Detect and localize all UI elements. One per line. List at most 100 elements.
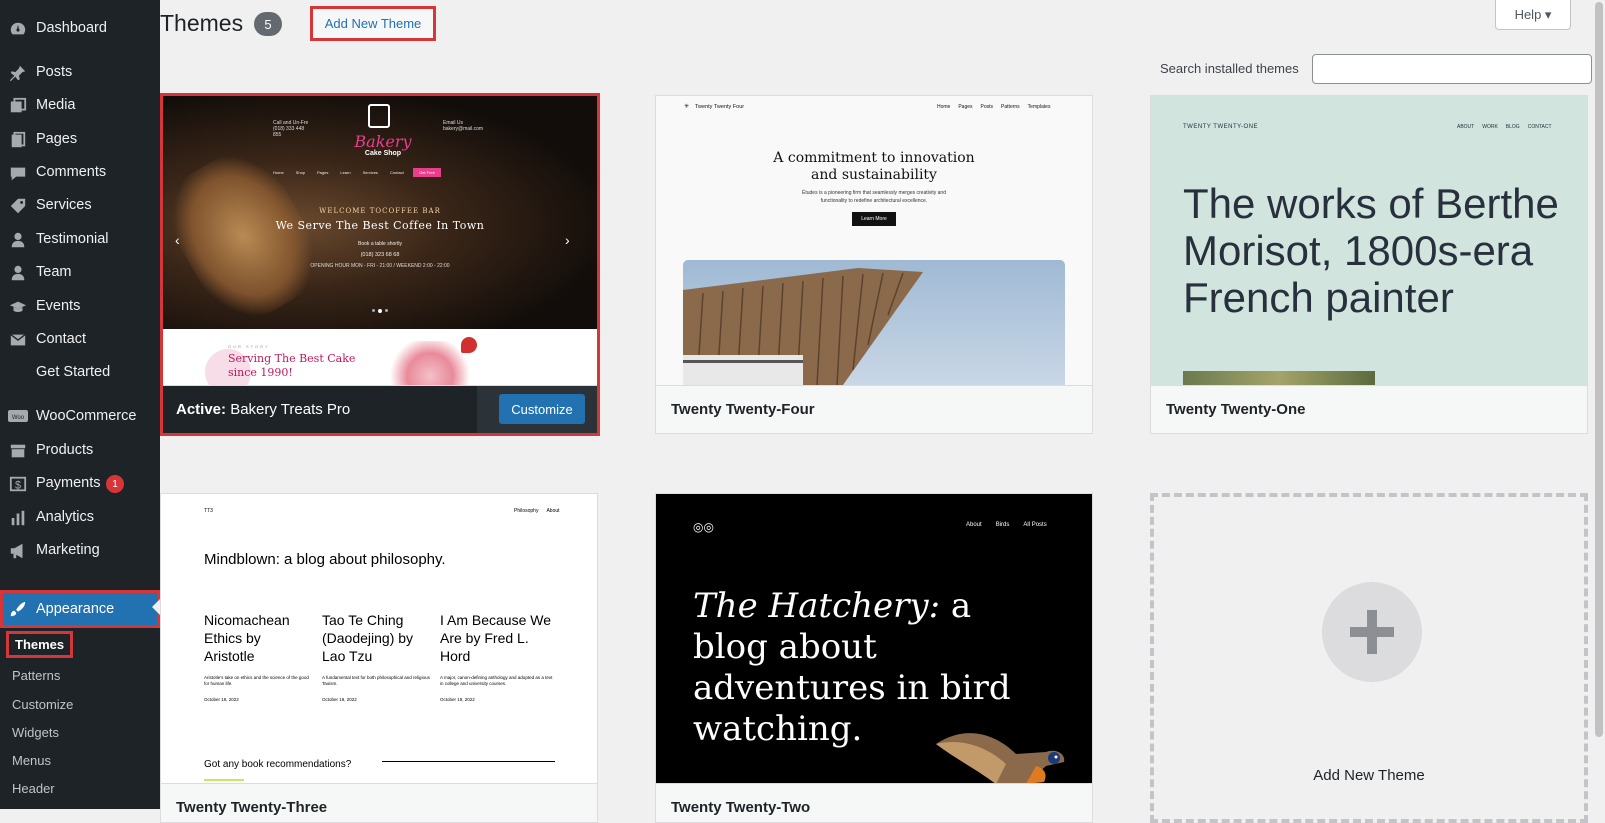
submenu-menus[interactable]: Menus — [12, 753, 51, 768]
nav-posts[interactable]: Posts — [0, 55, 160, 89]
hero-hours: OPENING HOUR MON - FRI - 21:00 / WEEKEND… — [310, 263, 450, 269]
nav-label: Media — [36, 97, 76, 113]
add-new-theme-button[interactable]: Add New Theme — [310, 6, 436, 41]
nav-analytics[interactable]: Analytics — [0, 500, 160, 534]
search-input[interactable] — [1312, 54, 1592, 84]
hero-eyebrow: WELCOME TOCOFFEE BAR — [319, 207, 441, 215]
tt2-nav: About Birds All Posts — [966, 522, 1047, 528]
nav-dashboard[interactable]: Dashboard — [0, 11, 160, 45]
submenu-header[interactable]: Header — [12, 781, 55, 796]
nav-media[interactable]: Media — [0, 88, 160, 122]
bakery-menu-item: Home — [273, 170, 284, 175]
theme-screenshot[interactable]: TWENTY TWENTY-ONE ABOUT WORK BLOG CONTAC… — [1151, 96, 1587, 385]
scrollbar-thumb[interactable] — [1595, 2, 1603, 737]
theme-card-twenty-twenty-two[interactable]: ◎◎ About Birds All Posts The Hatchery: a… — [655, 493, 1093, 823]
main-content: Themes 5 Add New Theme Help ▾ Search ins… — [160, 0, 1605, 823]
nav-get-started[interactable]: Get Started — [0, 355, 160, 389]
mail-icon — [8, 330, 28, 350]
tt3-post-title: Nicomachean Ethics by Aristotle — [204, 612, 290, 664]
theme-name: Twenty Twenty-Two — [656, 783, 1092, 822]
tt3-post: Nicomachean Ethics by Aristotle Aristotl… — [204, 611, 312, 702]
hero-headline: We Serve The Best Coffee In Town — [275, 219, 485, 232]
nav-label: Contact — [36, 331, 86, 347]
theme-name: Twenty Twenty-One — [1151, 385, 1587, 433]
submenu-themes[interactable]: Themes — [6, 631, 74, 658]
tt4-building-image — [683, 260, 1065, 385]
nav-comments[interactable]: Comments — [0, 155, 160, 189]
tt4-logo-icon: ✳ — [684, 104, 690, 110]
story-title: Serving The Best Cake since 1990! — [228, 352, 356, 379]
page-scrollbar[interactable] — [1593, 0, 1605, 809]
tt3-accent-bar — [204, 779, 244, 781]
svg-text:Woo: Woo — [12, 415, 25, 421]
tag-icon — [8, 196, 28, 216]
slider-dots — [368, 309, 392, 313]
theme-card-twenty-twenty-four[interactable]: ✳ Twenty Twenty Four Home Pages Posts Pa… — [655, 95, 1093, 434]
tt3-nav-item: Philosophy — [514, 508, 539, 514]
tt4-nav-item: Posts — [980, 104, 994, 110]
tt3-headline: Mindblown: a blog about philosophy. — [204, 551, 446, 568]
nav-payments[interactable]: $ Payments 1 — [0, 466, 160, 500]
tt3-footer-question: Got any book recommendations? — [204, 759, 352, 770]
tt3-post-excerpt: A major, canon-defining anthology and ad… — [440, 675, 553, 686]
submenu-customize[interactable]: Customize — [12, 697, 73, 712]
theme-card-twenty-twenty-one[interactable]: TWENTY TWENTY-ONE ABOUT WORK BLOG CONTAC… — [1150, 95, 1588, 434]
tt1-nav-item: BLOG — [1505, 124, 1520, 130]
story-eyebrow: OUR STORY — [228, 344, 270, 349]
nav-woocommerce[interactable]: Woo WooCommerce — [0, 399, 160, 433]
bakery-logo-sub: Cake Shop — [364, 150, 402, 157]
tt4-nav-item: Templates — [1027, 104, 1051, 110]
nav-label: Products — [36, 442, 94, 458]
theme-screenshot[interactable]: Call and Un-Fre (018) 333 448 855 Email … — [163, 96, 597, 385]
nav-label: Analytics — [36, 509, 95, 525]
nav-label: Payments — [36, 475, 101, 491]
nav-label: Marketing — [36, 542, 100, 558]
nav-marketing[interactable]: Marketing — [0, 533, 160, 567]
user-icon — [8, 230, 28, 250]
hero-cta: Book a table shortly — [358, 241, 402, 247]
theme-card-bakery-treats-pro[interactable]: Call and Un-Fre (018) 333 448 855 Email … — [160, 93, 600, 436]
tt2-bird-image — [936, 733, 1065, 783]
cake-logo-icon — [368, 104, 390, 128]
tt4-nav-item: Home — [937, 104, 951, 110]
nav-label: Events — [36, 298, 81, 314]
theme-screenshot[interactable]: ◎◎ About Birds All Posts The Hatchery: a… — [656, 494, 1092, 783]
submenu-patterns[interactable]: Patterns — [12, 668, 60, 683]
brush-icon — [8, 599, 28, 619]
submenu-widgets[interactable]: Widgets — [12, 725, 59, 740]
dollar-icon: $ — [8, 474, 28, 494]
add-new-theme-label: Add New Theme — [1313, 767, 1425, 784]
nav-label: Appearance — [36, 601, 115, 617]
tt1-nav-item: ABOUT — [1457, 124, 1475, 130]
theme-screenshot[interactable]: ✳ Twenty Twenty Four Home Pages Posts Pa… — [656, 96, 1092, 385]
nav-products[interactable]: Products — [0, 433, 160, 467]
nav-appearance[interactable]: Appearance — [0, 590, 160, 628]
theme-card-twenty-twenty-three[interactable]: TT3 Philosophy About Mindblown: a blog a… — [160, 493, 598, 823]
tt2-nav-item: About — [966, 522, 982, 528]
customize-button[interactable]: Customize — [499, 394, 585, 424]
theme-count-badge: 5 — [254, 12, 282, 36]
tt4-nav-item: Pages — [958, 104, 973, 110]
info-left: Call and Un-Fre (018) 333 448 855 — [273, 120, 309, 138]
tt2-nav-item: All Posts — [1023, 522, 1047, 528]
bakery-menu: Home Shop Pages Learn Services Contact — [273, 170, 473, 175]
theme-screenshot[interactable]: TT3 Philosophy About Mindblown: a blog a… — [161, 494, 597, 783]
nav-services[interactable]: Services — [0, 188, 160, 222]
tt2-logo-icon: ◎◎ — [693, 520, 714, 534]
woo-icon: Woo — [8, 407, 28, 427]
tt3-post-title: I Am Because We Are by Fred L. Hord — [440, 612, 552, 664]
nav-label: Services — [36, 197, 92, 213]
add-new-theme-card[interactable]: Add New Theme — [1150, 493, 1588, 823]
nav-team[interactable]: Team — [0, 255, 160, 289]
svg-text:$: $ — [15, 480, 21, 492]
nav-label: Get Started — [36, 364, 111, 380]
nav-events[interactable]: Events — [0, 289, 160, 323]
nav-testimonial[interactable]: Testimonial — [0, 222, 160, 256]
tt4-nav: Home Pages Posts Patterns Templates — [937, 104, 1050, 110]
tt1-painting-image — [1183, 371, 1375, 385]
nav-pages[interactable]: Pages — [0, 122, 160, 156]
nav-contact[interactable]: Contact — [0, 322, 160, 356]
help-button[interactable]: Help ▾ — [1495, 0, 1571, 30]
tt3-post-date: October 19, 2022 — [322, 697, 357, 702]
pages-icon — [8, 130, 28, 150]
